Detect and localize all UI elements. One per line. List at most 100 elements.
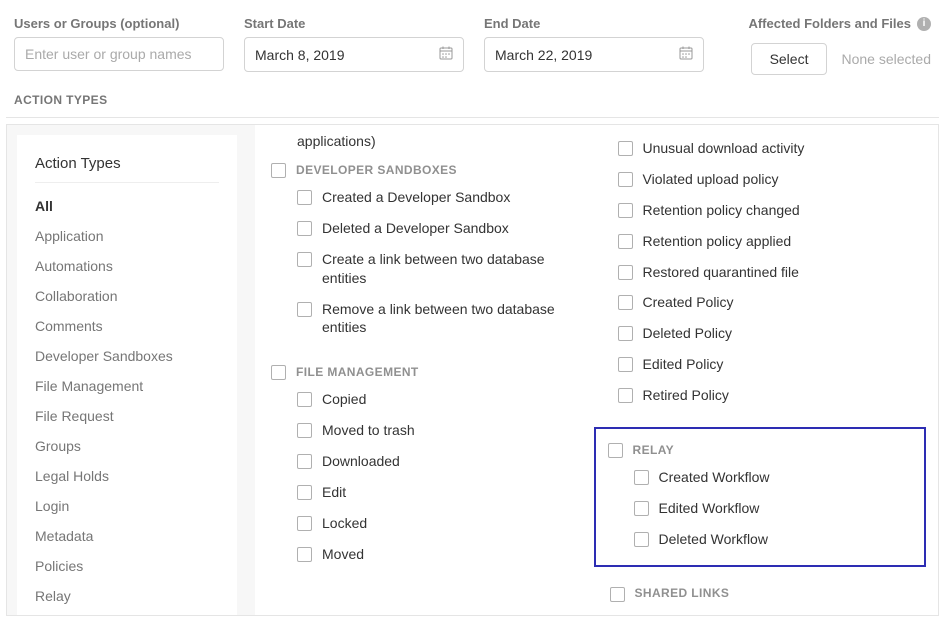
checkbox-label: Created Workflow	[659, 468, 770, 487]
sidebar-item-legal-holds[interactable]: Legal Holds	[17, 461, 237, 491]
checkbox-deleted-developer-sandbox[interactable]	[297, 221, 312, 236]
checkbox-create-link[interactable]	[297, 252, 312, 267]
sidebar-item-shared-links[interactable]: Shared Links	[17, 611, 237, 615]
checkbox-retention-changed[interactable]	[618, 203, 633, 218]
column-b: Unusual download activity Violated uploa…	[598, 133, 927, 615]
checkbox-label: Deleted Policy	[643, 324, 733, 343]
checkbox-label: Created Policy	[643, 293, 734, 312]
checkbox-edited-workflow[interactable]	[634, 501, 649, 516]
sidebar-item-all[interactable]: All	[17, 191, 237, 221]
category-checkbox-relay[interactable]	[608, 443, 623, 458]
checkbox-restored-quarantine[interactable]	[618, 265, 633, 280]
sidebar-divider	[35, 182, 219, 183]
affected-controls: Select None selected	[748, 43, 931, 75]
checkbox-row: Created Workflow	[596, 462, 919, 493]
checkbox-label: Created a Developer Sandbox	[322, 188, 510, 207]
category-title: DEVELOPER SANDBOXES	[296, 163, 457, 177]
checkbox-row: Deleted Policy	[598, 318, 927, 349]
affected-label-row: Affected Folders and Files i	[748, 16, 931, 31]
checkbox-created-workflow[interactable]	[634, 470, 649, 485]
action-types-panel: Action Types All Application Automations…	[6, 124, 939, 616]
checkbox-locked[interactable]	[297, 516, 312, 531]
sidebar-item-comments[interactable]: Comments	[17, 311, 237, 341]
end-date-input[interactable]: March 22, 2019	[484, 37, 704, 72]
checkbox-row: Created a Developer Sandbox	[259, 182, 588, 213]
top-filters-row: Users or Groups (optional) Start Date Ma…	[0, 0, 945, 85]
sidebar-item-groups[interactable]: Groups	[17, 431, 237, 461]
checkbox-label: Unusual download activity	[643, 139, 805, 158]
checkbox-unusual-download[interactable]	[618, 141, 633, 156]
category-header: DEVELOPER SANDBOXES	[259, 157, 588, 182]
checkbox-retired-policy[interactable]	[618, 388, 633, 403]
checkbox-row: Edited Workflow	[596, 493, 919, 524]
sidebar-item-developer-sandboxes[interactable]: Developer Sandboxes	[17, 341, 237, 371]
checkbox-label: Deleted Workflow	[659, 530, 768, 549]
category-checkbox-developer-sandboxes[interactable]	[271, 163, 286, 178]
sidebar-item-automations[interactable]: Automations	[17, 251, 237, 281]
none-selected-text: None selected	[841, 51, 931, 67]
checkbox-downloaded[interactable]	[297, 454, 312, 469]
category-shared-links: SHARED LINKS	[598, 581, 927, 606]
category-title: RELAY	[633, 443, 675, 457]
start-date-input[interactable]: March 8, 2019	[244, 37, 464, 72]
sidebar-item-collaboration[interactable]: Collaboration	[17, 281, 237, 311]
checkbox-deleted-policy[interactable]	[618, 326, 633, 341]
checkbox-moved[interactable]	[297, 547, 312, 562]
checkbox-row: Locked	[259, 508, 588, 539]
checkbox-remove-link[interactable]	[297, 302, 312, 317]
checkbox-edited-policy[interactable]	[618, 357, 633, 372]
checkbox-created-developer-sandbox[interactable]	[297, 190, 312, 205]
checkbox-label: Edited Workflow	[659, 499, 760, 518]
checkbox-row: Moved to trash	[259, 415, 588, 446]
checkbox-label: Retention policy changed	[643, 201, 800, 220]
users-input[interactable]	[14, 37, 224, 71]
checkbox-label: Remove a link between two database entit…	[322, 300, 588, 338]
calendar-icon	[439, 46, 453, 63]
checkbox-row: Copied	[259, 384, 588, 415]
checkbox-label: Create a link between two database entit…	[322, 250, 588, 288]
category-checkbox-shared-links[interactable]	[610, 587, 625, 602]
sidebar-item-metadata[interactable]: Metadata	[17, 521, 237, 551]
checkbox-retention-applied[interactable]	[618, 234, 633, 249]
category-policies-continued: Unusual download activity Violated uploa…	[598, 133, 927, 411]
checkbox-created-policy[interactable]	[618, 295, 633, 310]
checkbox-row: Moved	[259, 539, 588, 570]
category-header: SHARED LINKS	[598, 581, 927, 606]
category-checkbox-file-management[interactable]	[271, 365, 286, 380]
checkbox-copied[interactable]	[297, 392, 312, 407]
checkbox-edit[interactable]	[297, 485, 312, 500]
sidebar-item-file-management[interactable]: File Management	[17, 371, 237, 401]
checkbox-row: Deleted Workflow	[596, 524, 919, 555]
checkbox-label: Moved to trash	[322, 421, 415, 440]
checkbox-deleted-workflow[interactable]	[634, 532, 649, 547]
checkbox-row: Unusual download activity	[598, 133, 927, 164]
column-a: applications) DEVELOPER SANDBOXES Create…	[259, 133, 588, 615]
sidebar-item-login[interactable]: Login	[17, 491, 237, 521]
relay-highlight-box: RELAY Created Workflow Edited Workflow	[594, 427, 927, 567]
sidebar-item-policies[interactable]: Policies	[17, 551, 237, 581]
checkbox-label: Retired Policy	[643, 386, 729, 405]
section-title: ACTION TYPES	[0, 85, 945, 117]
checkbox-label: Downloaded	[322, 452, 400, 471]
checkbox-moved-to-trash[interactable]	[297, 423, 312, 438]
affected-group: Affected Folders and Files i Select None…	[748, 16, 931, 75]
checkbox-label: Retention policy applied	[643, 232, 792, 251]
checkbox-label: Copied	[322, 390, 366, 409]
checkbox-row: Deleted a Developer Sandbox	[259, 213, 588, 244]
checkbox-row: Downloaded	[259, 446, 588, 477]
sidebar-item-file-request[interactable]: File Request	[17, 401, 237, 431]
checkbox-label: Deleted a Developer Sandbox	[322, 219, 509, 238]
category-header: FILE MANAGEMENT	[259, 359, 588, 384]
checkbox-violated-upload[interactable]	[618, 172, 633, 187]
sidebar-item-application[interactable]: Application	[17, 221, 237, 251]
sidebar[interactable]: Action Types All Application Automations…	[7, 125, 255, 615]
info-icon[interactable]: i	[917, 17, 931, 31]
select-button[interactable]: Select	[751, 43, 828, 75]
sidebar-item-relay[interactable]: Relay	[17, 581, 237, 611]
end-date-group: End Date March 22, 2019	[484, 16, 704, 72]
checkbox-area[interactable]: applications) DEVELOPER SANDBOXES Create…	[255, 125, 938, 615]
checkbox-row: Edited Policy	[598, 349, 927, 380]
category-title: SHARED LINKS	[635, 586, 730, 600]
sidebar-inner: Action Types All Application Automations…	[17, 135, 237, 615]
checkbox-row: Retention policy applied	[598, 226, 927, 257]
